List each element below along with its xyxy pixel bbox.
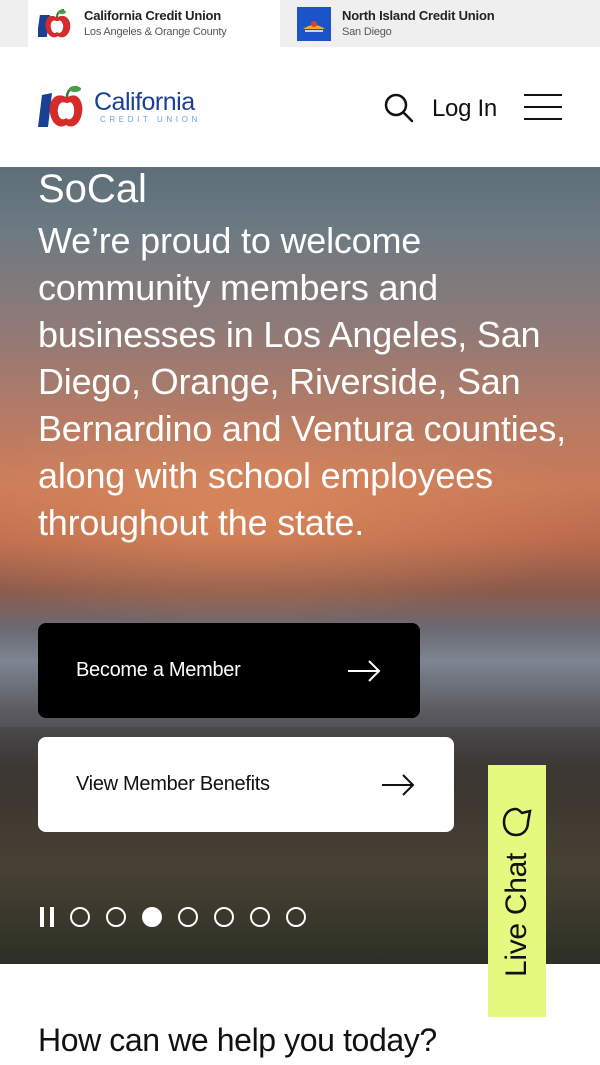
brand-tab-north-island[interactable]: North Island Credit Union San Diego [280,0,580,47]
search-icon [384,93,414,123]
brand-title: California Credit Union [84,7,221,23]
carousel-controls [40,905,322,929]
carousel-dot[interactable] [178,907,198,927]
help-section-heading: How can we help you today? [38,1022,437,1058]
california-credit-union-logo[interactable]: California CREDIT UNION [38,83,201,131]
pause-icon[interactable] [40,907,54,927]
view-benefits-label: View Member Benefits [76,773,270,795]
north-island-logo-icon [296,6,332,41]
brand-title: North Island Credit Union [342,7,495,23]
carousel-dot[interactable] [214,907,234,927]
carousel-dot[interactable] [106,907,126,927]
hero-body-text: We’re proud to welcome community members… [38,220,566,543]
arrow-right-icon [382,774,415,796]
california-apple-logo-icon [38,7,74,41]
logo-name: California [94,88,195,116]
carousel-dot[interactable] [250,907,270,927]
login-button[interactable]: Log In [432,95,497,123]
apple-logo-icon [38,85,83,127]
live-chat-button[interactable]: Live Chat [488,765,546,1017]
view-member-benefits-button[interactable]: View Member Benefits [38,737,454,832]
site-header: California CREDIT UNION Log In [0,47,600,167]
carousel-dot-active[interactable] [142,907,162,927]
brand-subtitle: Los Angeles & Orange County [84,25,227,38]
live-chat-label: Live Chat [500,852,533,978]
brand-switcher-bar: California Credit Union Los Angeles & Or… [0,0,600,47]
brand-tab-california[interactable]: California Credit Union Los Angeles & Or… [0,0,280,47]
hamburger-menu-icon[interactable] [524,94,562,122]
carousel-dot[interactable] [286,907,306,927]
carousel-dot[interactable] [70,907,90,927]
brand-subtitle: San Diego [342,25,392,38]
search-button[interactable] [382,91,416,125]
logo-subtitle: CREDIT UNION [100,115,201,124]
become-member-button[interactable]: Become a Member [38,623,420,718]
hero-title: SoCal [38,167,147,211]
become-member-label: Become a Member [76,659,241,681]
arrow-right-icon [348,660,381,682]
chat-bubble-icon [502,807,532,837]
